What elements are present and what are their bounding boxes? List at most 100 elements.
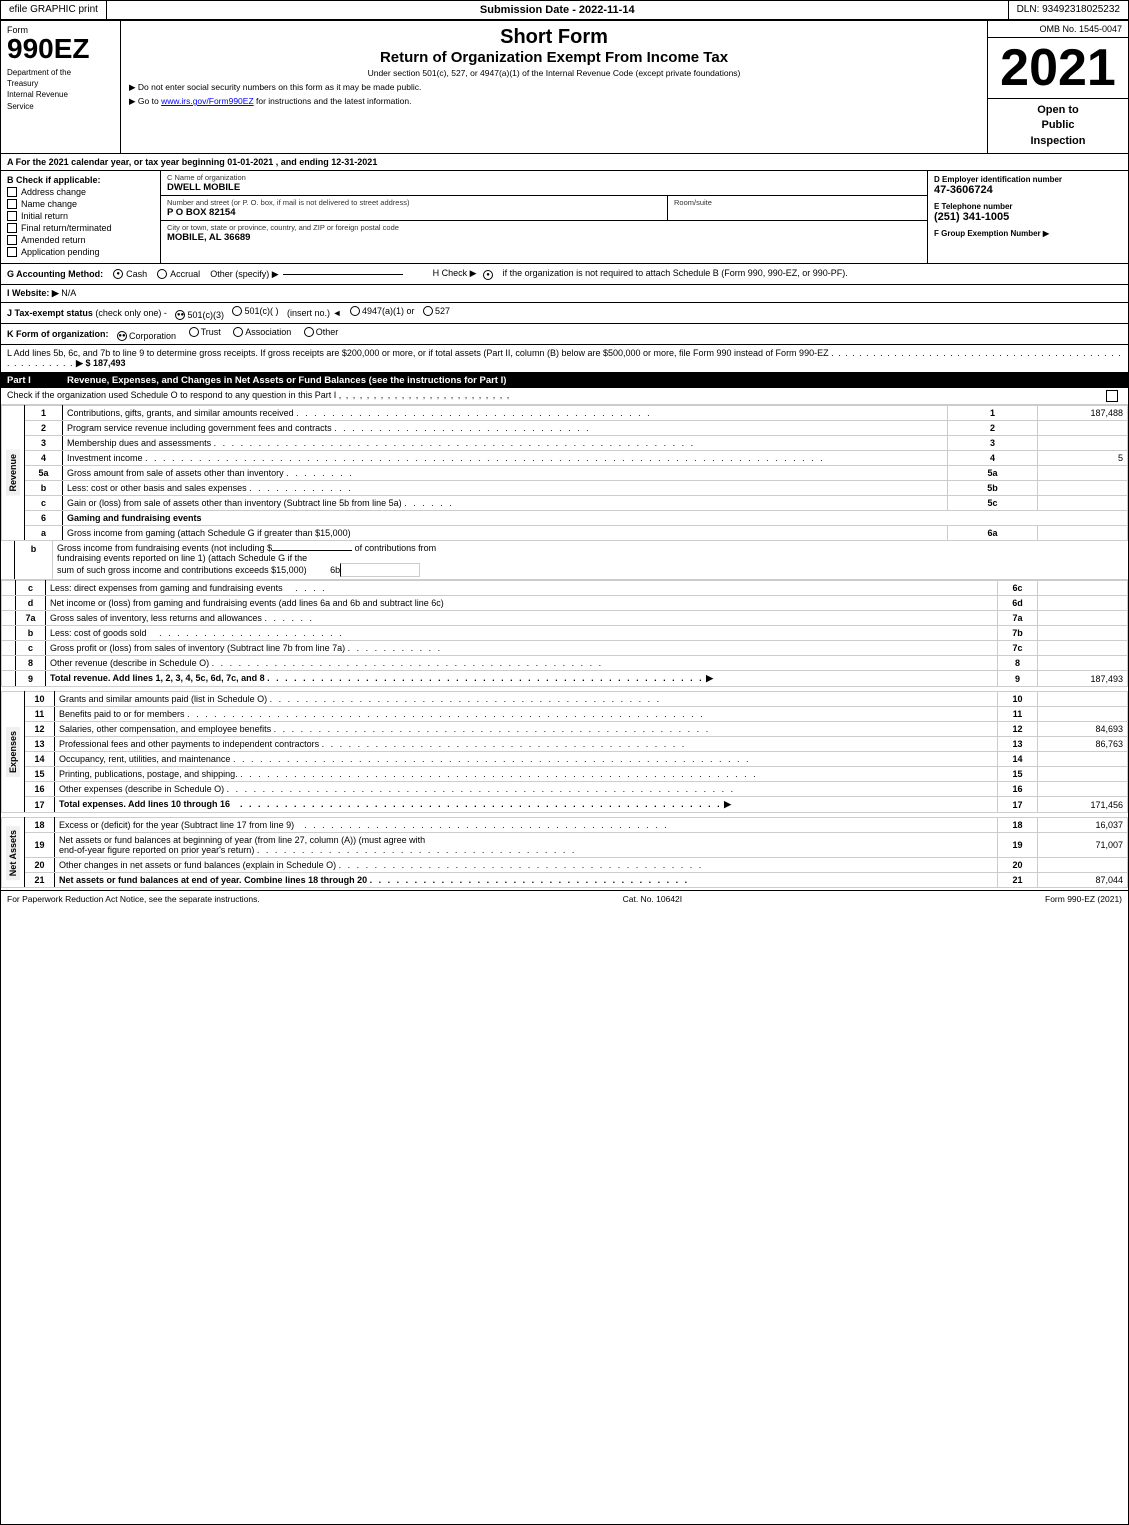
revenue-section-label: Revenue — [6, 450, 20, 496]
telephone-value: (251) 341-1005 — [934, 211, 1122, 223]
check-name-change[interactable]: Name change — [7, 199, 154, 209]
table-row: 15 Printing, publications, postage, and … — [2, 767, 1128, 782]
add-lines-row: L Add lines 5b, 6c, and 7b to line 9 to … — [1, 345, 1128, 373]
table-row: 7a Gross sales of inventory, less return… — [2, 611, 1128, 626]
expenses-section-label: Expenses — [6, 727, 20, 777]
org-room-label: Room/suite — [674, 198, 921, 207]
check-amended-return[interactable]: Amended return — [7, 235, 154, 245]
table-row: 6 Gaming and fundraising events — [2, 511, 1128, 526]
org-name-label: C Name of organization — [167, 173, 921, 182]
initial-return-checkbox[interactable] — [7, 211, 17, 221]
part1-check-line: Check if the organization used Schedule … — [1, 388, 1128, 405]
table-row-total: 17 Total expenses. Add lines 10 through … — [2, 797, 1128, 813]
application-pending-checkbox[interactable] — [7, 247, 17, 257]
accounting-label: G Accounting Method: — [7, 269, 103, 279]
employer-id-label: D Employer identification number — [934, 175, 1122, 184]
other-label: Other (specify) ▶ — [210, 269, 278, 280]
address-change-label: Address change — [21, 187, 86, 197]
goto-line: ▶ Go to www.irs.gov/Form990EZ for instru… — [129, 96, 979, 107]
cash-radio[interactable]: Cash — [113, 269, 147, 279]
table-row: 11 Benefits paid to or for members . . .… — [2, 707, 1128, 722]
table-row: Net Assets 18 Excess or (deficit) for th… — [2, 818, 1128, 833]
table-row: b Less: cost or other basis and sales ex… — [2, 481, 1128, 496]
table-row: d Net income or (loss) from gaming and f… — [2, 596, 1128, 611]
table-row: Revenue 1 Contributions, gifts, grants, … — [2, 406, 1128, 421]
form-number: 990EZ — [7, 35, 114, 63]
revenue-table-2: c Less: direct expenses from gaming and … — [1, 580, 1128, 687]
table-row: 4 Investment income . . . . . . . . . . … — [2, 451, 1128, 466]
h-check-section: H Check ▶ if the organization is not req… — [433, 268, 848, 280]
part1-header: Part I Revenue, Expenses, and Changes in… — [1, 373, 1128, 388]
form-subtitle: Return of Organization Exempt From Incom… — [129, 49, 979, 66]
final-return-checkbox[interactable] — [7, 223, 17, 233]
check-applicable-label: B Check if applicable: — [7, 175, 154, 185]
table-row-total: 9 Total revenue. Add lines 1, 2, 3, 4, 5… — [2, 671, 1128, 687]
dln-number: DLN: 93492318025232 — [1008, 1, 1128, 19]
org-city-value: MOBILE, AL 36689 — [167, 232, 921, 243]
name-change-label: Name change — [21, 199, 77, 209]
table-row: 20 Other changes in net assets or fund b… — [2, 858, 1128, 873]
table-row: 2 Program service revenue including gove… — [2, 421, 1128, 436]
row-value-1: 187,488 — [1038, 406, 1128, 421]
row-6b: b Gross income from fundraising events (… — [1, 541, 1128, 580]
form-title: Short Form — [129, 25, 979, 49]
table-row-total: 21 Net assets or fund balances at end of… — [2, 873, 1128, 888]
table-row: 19 Net assets or fund balances at beginn… — [2, 833, 1128, 858]
table-row: 16 Other expenses (describe in Schedule … — [2, 782, 1128, 797]
group-exemption-label: F Group Exemption Number ▶ — [934, 229, 1122, 238]
accrual-radio[interactable]: Accrual — [157, 269, 200, 279]
table-row: 8 Other revenue (describe in Schedule O)… — [2, 656, 1128, 671]
dept-info: Department of the Treasury Internal Reve… — [7, 67, 114, 112]
revenue-table: Revenue 1 Contributions, gifts, grants, … — [1, 405, 1128, 541]
org-address-label: Number and street (or P. O. box, if mail… — [167, 198, 661, 207]
under-section: Under section 501(c), 527, or 4947(a)(1)… — [129, 68, 979, 78]
employer-id-value: 47-3606724 — [934, 184, 1122, 196]
table-row: c Gross profit or (loss) from sales of i… — [2, 641, 1128, 656]
check-application-pending[interactable]: Application pending — [7, 247, 154, 257]
open-to-public-label: Open toPublicInspection — [988, 99, 1128, 153]
org-name-value: DWELL MOBILE — [167, 182, 921, 193]
submission-date: Submission Date - 2022-11-14 — [107, 1, 1008, 19]
cash-label: Cash — [126, 269, 147, 279]
table-row: Expenses 10 Grants and similar amounts p… — [2, 692, 1128, 707]
final-return-label: Final return/terminated — [21, 223, 112, 233]
check-final-return[interactable]: Final return/terminated — [7, 223, 154, 233]
website-row: I Website: ▶ N/A — [1, 285, 1128, 303]
form-org-row: K Form of organization: ● Corporation Tr… — [1, 324, 1128, 345]
table-row: c Less: direct expenses from gaming and … — [2, 581, 1128, 596]
omb-number: OMB No. 1545-0047 — [988, 21, 1128, 38]
application-pending-label: Application pending — [21, 247, 100, 257]
row-desc-1: Contributions, gifts, grants, and simila… — [63, 406, 948, 421]
amended-return-checkbox[interactable] — [7, 235, 17, 245]
check-initial-return[interactable]: Initial return — [7, 211, 154, 221]
table-row: c Gain or (loss) from sale of assets oth… — [2, 496, 1128, 511]
form-ref: Form 990-EZ (2021) — [1045, 894, 1122, 904]
org-address-value: P O BOX 82154 — [167, 207, 661, 218]
org-city-label: City or town, state or province, country… — [167, 223, 921, 232]
paperwork-label: For Paperwork Reduction Act Notice, see … — [7, 894, 260, 904]
cash-radio-circle[interactable] — [113, 269, 123, 279]
row-num-1: 1 — [25, 406, 63, 421]
tax-year: 2021 — [988, 38, 1128, 99]
address-change-checkbox[interactable] — [7, 187, 17, 197]
check-address-change[interactable]: Address change — [7, 187, 154, 197]
table-row: 3 Membership dues and assessments . . . … — [2, 436, 1128, 451]
accrual-radio-circle[interactable] — [157, 269, 167, 279]
accrual-label: Accrual — [170, 269, 200, 279]
table-row: a Gross income from gaming (attach Sched… — [2, 526, 1128, 541]
efile-label: efile GRAPHIC print — [1, 1, 107, 19]
tax-exempt-row: J Tax-exempt status (check only one) - ●… — [1, 303, 1128, 324]
table-row: 13 Professional fees and other payments … — [2, 737, 1128, 752]
initial-return-label: Initial return — [21, 211, 68, 221]
table-row: 5a Gross amount from sale of assets othe… — [2, 466, 1128, 481]
name-change-checkbox[interactable] — [7, 199, 17, 209]
notice-line: ▶ Do not enter social security numbers o… — [129, 82, 979, 93]
net-assets-section-label: Net Assets — [6, 826, 20, 880]
amended-return-label: Amended return — [21, 235, 86, 245]
part1-checkbox[interactable] — [1106, 390, 1118, 402]
net-assets-table: Net Assets 18 Excess or (deficit) for th… — [1, 817, 1128, 888]
telephone-label: E Telephone number — [934, 202, 1122, 211]
section-a: A For the 2021 calendar year, or tax yea… — [1, 154, 1128, 171]
table-row: 14 Occupancy, rent, utilities, and maint… — [2, 752, 1128, 767]
expenses-table: Expenses 10 Grants and similar amounts p… — [1, 691, 1128, 813]
